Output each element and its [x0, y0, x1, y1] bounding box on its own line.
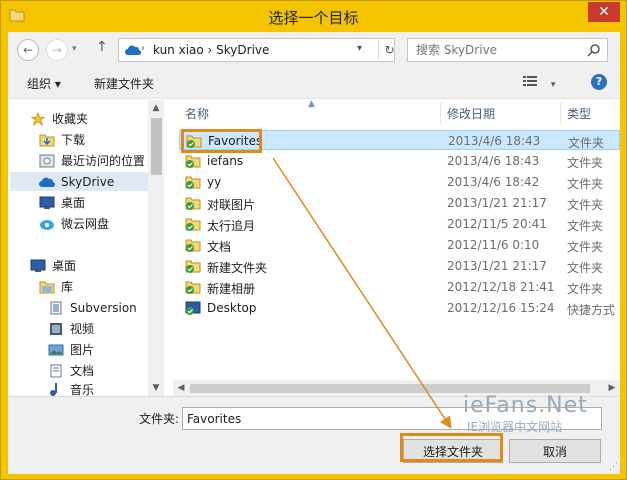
watermark-logo: ieFans.Net [463, 393, 588, 418]
watermark-subtitle: IE浏览器中文网站 [467, 420, 563, 434]
